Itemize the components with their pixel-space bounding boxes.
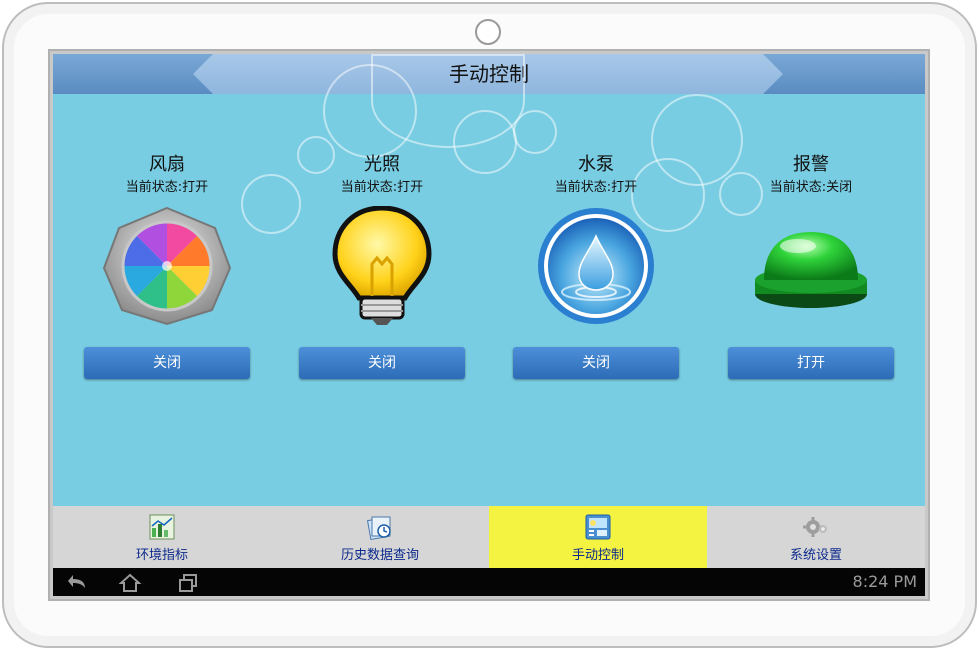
back-icon[interactable] [67,573,89,593]
device-pump: 水泵 当前状态:打开 [511,152,681,326]
alarm-toggle-button[interactable]: 打开 [728,347,894,379]
alarm-button-icon [746,206,876,326]
device-name: 光照 [364,154,400,175]
fan-icon [102,206,232,326]
device-status: 当前状态:打开 [125,180,209,195]
tab-label: 系统设置 [789,548,842,563]
system-nav-bar: 8:24 PM [53,568,925,596]
fan-toggle-button[interactable]: 关闭 [84,347,250,379]
tab-label: 历史数据查询 [340,548,419,563]
tab-environment[interactable]: 环境指标 [53,506,271,568]
control-panel-icon [585,514,611,540]
device-status: 当前状态:关闭 [769,180,853,195]
device-fan: 风扇 当前状态:打开 [82,152,252,326]
device-status: 当前状态:打开 [340,180,424,195]
device-name: 风扇 [149,154,185,175]
tab-history[interactable]: 历史数据查询 [271,506,489,568]
decor-bubble [513,110,557,154]
screen: 手动控制 风扇 当前状态:打开 关闭 光照 当前状态:打开 关闭 水泵 当前状态… [48,49,930,601]
water-drop-icon [531,206,661,326]
home-icon[interactable] [118,573,142,593]
camera-icon [475,19,501,45]
tab-settings[interactable]: 系统设置 [707,506,925,568]
gear-icon [803,514,829,540]
tab-bar: 环境指标 历史数据查询 手动控制 系统设置 [53,506,925,568]
status-clock: 8:24 PM [852,572,917,591]
recent-apps-icon[interactable] [177,573,199,593]
history-icon [366,514,393,540]
light-bulb-icon [317,205,447,326]
device-alarm: 报警 当前状态:关闭 [726,152,896,326]
light-toggle-button[interactable]: 关闭 [299,347,465,379]
device-light: 光照 当前状态:打开 [297,152,467,326]
chart-icon [149,514,175,540]
tab-label: 手动控制 [571,548,624,563]
pump-toggle-button[interactable]: 关闭 [513,347,679,379]
device-status: 当前状态:打开 [554,180,638,195]
tab-manual-control[interactable]: 手动控制 [489,506,707,568]
device-name: 报警 [793,154,829,175]
tab-label: 环境指标 [135,548,188,563]
app-content: 手动控制 风扇 当前状态:打开 关闭 光照 当前状态:打开 关闭 水泵 当前状态… [53,54,925,596]
device-name: 水泵 [578,154,614,175]
